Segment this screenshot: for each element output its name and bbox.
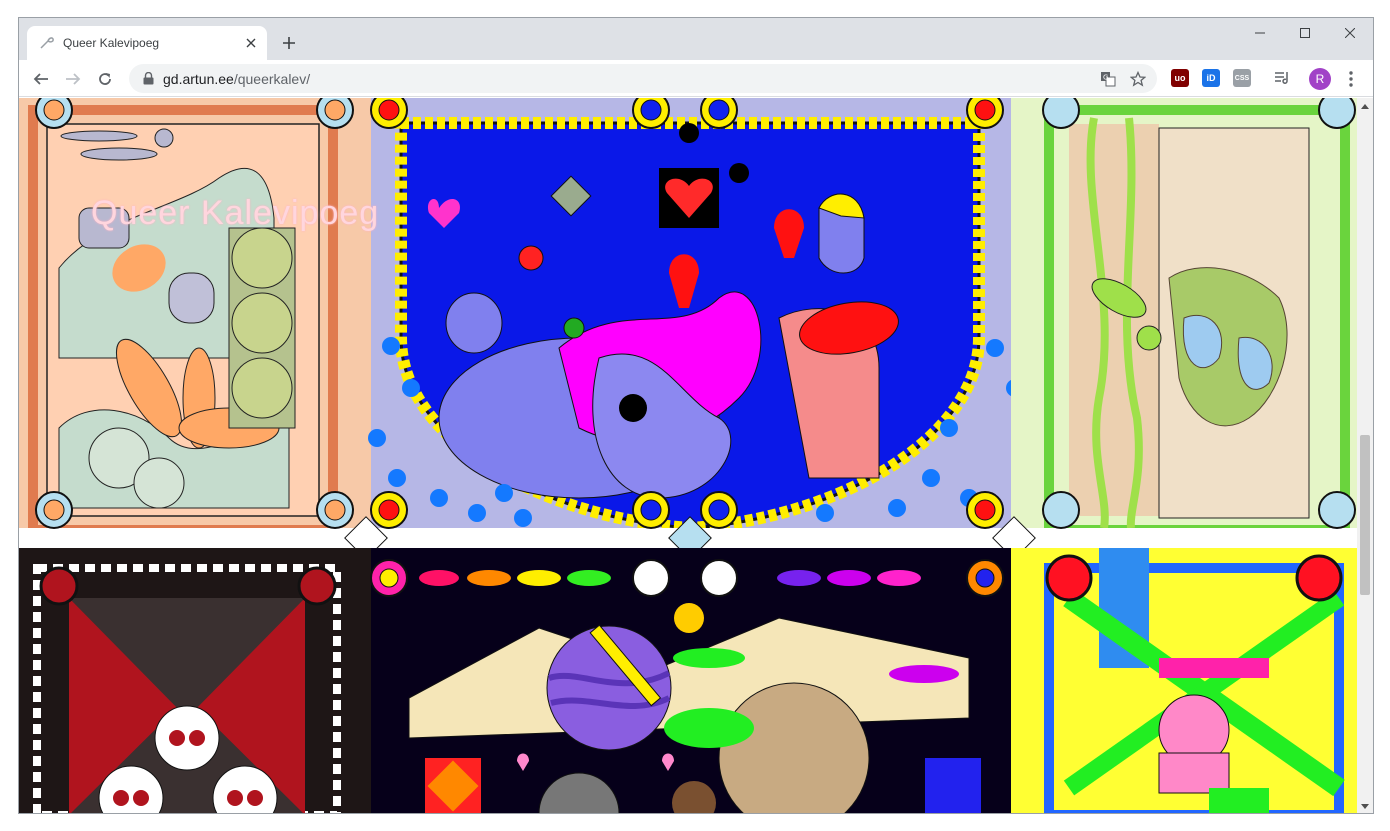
menu-kebab-icon[interactable] [1341,69,1361,89]
profile-avatar[interactable]: R [1309,68,1331,90]
page-title: Queer Kalevipoeg [91,194,380,232]
favicon-icon [39,35,55,51]
back-button[interactable] [27,65,55,93]
lock-icon[interactable] [141,72,155,86]
panel-top-center [371,98,1011,548]
profile-initial: R [1315,72,1325,86]
browser-toolbar: gd.artun.ee/queerkalev/ G uo iD CSS R [19,60,1373,97]
reload-button[interactable] [91,65,119,93]
address-bar[interactable]: gd.artun.ee/queerkalev/ G [129,64,1157,93]
maximize-button[interactable] [1282,18,1328,48]
bookmark-star-icon[interactable] [1129,70,1147,88]
ublock-label: uo [1174,73,1186,83]
media-control-icon[interactable] [1273,69,1291,87]
svg-text:G: G [1103,74,1108,82]
panel-bottom-right [1011,548,1357,813]
panel-top-left [19,98,371,548]
translate-icon[interactable]: G [1099,70,1117,88]
scroll-up-arrow-icon[interactable] [1357,98,1373,114]
tab-close-icon[interactable] [241,33,261,53]
url-text: gd.artun.ee/queerkalev/ [163,71,310,87]
tab-strip: Queer Kalevipoeg [19,18,1373,60]
close-window-button[interactable] [1327,18,1373,48]
forward-button[interactable] [59,65,87,93]
browser-window: Queer Kalevipoeg gd.artun.ee/queerkalev/… [18,17,1374,814]
tab-queer-kalevipoeg[interactable]: Queer Kalevipoeg [27,26,267,60]
ublock-icon[interactable]: uo [1171,69,1189,87]
page-content[interactable]: Queer Kalevipoeg [19,98,1357,813]
scroll-thumb[interactable] [1360,435,1370,595]
url-host: gd.artun.ee [163,70,234,87]
id-extension-icon[interactable]: iD [1202,69,1220,87]
minimize-button[interactable] [1237,18,1283,48]
id-extension-label: iD [1206,73,1216,83]
tab-title: Queer Kalevipoeg [63,36,160,50]
url-path: /queerkalev/ [233,70,311,87]
panel-bottom-left [19,548,371,813]
panel-top-right [1011,98,1357,548]
new-tab-button[interactable] [277,31,301,55]
panel-bottom-center [371,548,1011,813]
css-extension-label: CSS [1234,74,1250,82]
vertical-scrollbar[interactable] [1357,98,1373,813]
scroll-down-arrow-icon[interactable] [1357,799,1373,813]
css-extension-icon[interactable]: CSS [1233,69,1251,87]
